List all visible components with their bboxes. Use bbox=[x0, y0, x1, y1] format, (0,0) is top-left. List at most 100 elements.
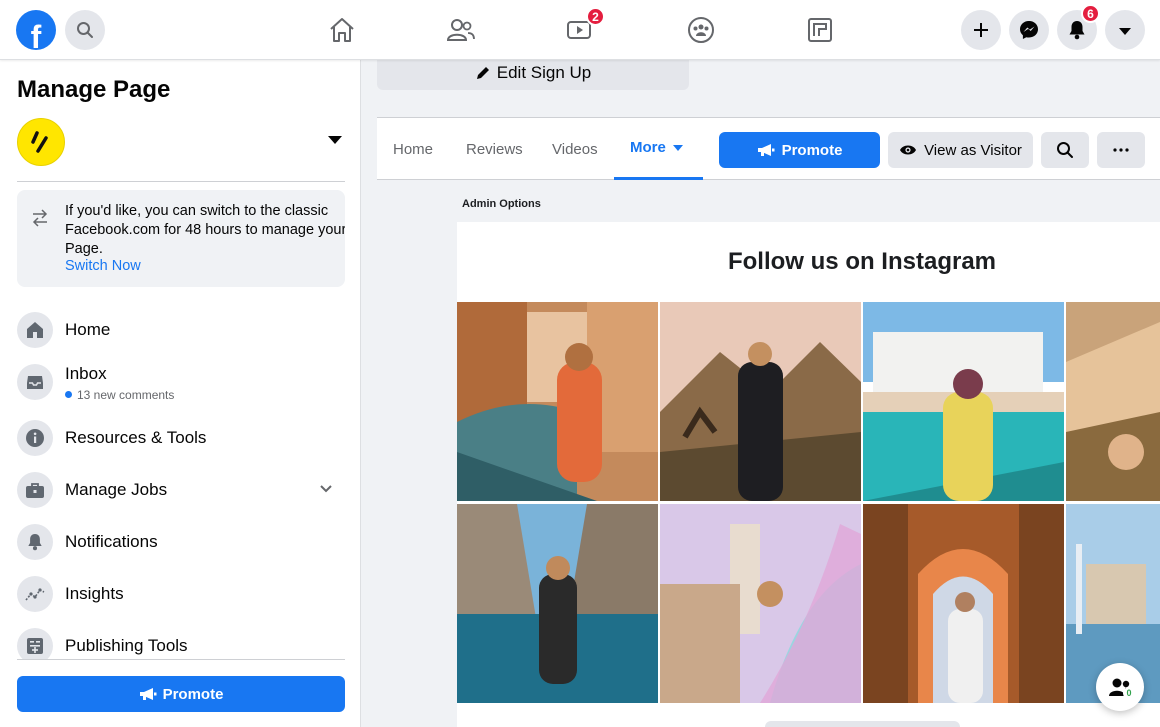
caret-down-icon bbox=[672, 144, 683, 151]
briefcase-icon bbox=[26, 483, 44, 498]
switch-classic-notice: If you'd like, you can switch to the cla… bbox=[17, 190, 345, 287]
page-switcher-caret-icon[interactable] bbox=[328, 136, 342, 144]
sidebar-item-inbox[interactable]: Inbox 13 new comments bbox=[17, 358, 345, 406]
page-avatar[interactable] bbox=[17, 118, 65, 166]
instagram-photo-grid bbox=[457, 302, 1160, 703]
publishing-icon bbox=[27, 638, 43, 654]
switch-notice-text: If you'd like, you can switch to the cla… bbox=[65, 202, 345, 259]
sidebar-item-home[interactable]: Home bbox=[17, 306, 345, 354]
promote-button[interactable]: Promote bbox=[719, 132, 880, 168]
home-icon bbox=[330, 18, 354, 42]
search-icon bbox=[77, 22, 93, 38]
sidebar-item-label: Inbox bbox=[65, 364, 107, 383]
instagram-photo[interactable] bbox=[1066, 302, 1160, 501]
view-as-visitor-button[interactable]: View as Visitor bbox=[888, 132, 1033, 168]
sidebar-item-label: Manage Jobs bbox=[65, 480, 168, 499]
logo-letter: f bbox=[30, 19, 42, 50]
sidebar-item-label: Home bbox=[65, 320, 111, 339]
ellipsis-icon bbox=[1113, 148, 1129, 152]
sidebar-promote-button[interactable]: Promote bbox=[17, 676, 345, 712]
top-navigation-bar: f 2 6 bbox=[0, 0, 1160, 60]
bell-icon bbox=[28, 534, 42, 551]
insights-icon-wrap bbox=[17, 576, 53, 612]
account-menu-button[interactable] bbox=[1105, 10, 1145, 50]
instagram-photo[interactable] bbox=[457, 302, 658, 501]
tab-more-label: More bbox=[630, 139, 666, 156]
pencil-icon bbox=[476, 67, 489, 79]
sidebar-item-publishing-tools[interactable]: Publishing Tools bbox=[17, 622, 345, 659]
sidebar-item-manage-jobs[interactable]: Manage Jobs bbox=[17, 466, 345, 514]
home-icon-wrap bbox=[17, 312, 53, 348]
nav-home[interactable] bbox=[286, 0, 398, 60]
home-icon bbox=[27, 322, 43, 338]
watch-badge: 2 bbox=[586, 7, 605, 26]
info-icon bbox=[26, 429, 44, 447]
tab-reviews[interactable]: Reviews bbox=[466, 118, 523, 180]
contacts-chat-button[interactable]: 0 bbox=[1096, 663, 1144, 711]
page-search-button[interactable] bbox=[1041, 132, 1089, 168]
switch-notice-line-1: If you'd like, you can switch to the cla… bbox=[65, 203, 329, 219]
megaphone-icon bbox=[757, 144, 775, 156]
promote-label: Promote bbox=[781, 141, 843, 159]
more-options-button[interactable] bbox=[1097, 132, 1145, 168]
instagram-feed-app: Admin Options Follow us on Instagram bbox=[457, 193, 1160, 727]
switch-arrows-icon bbox=[32, 209, 48, 227]
sidebar-item-insights[interactable]: Insights bbox=[17, 570, 345, 618]
instagram-photo[interactable] bbox=[660, 504, 861, 703]
publishing-icon-wrap bbox=[17, 628, 53, 659]
page-tab-bar: Home Reviews Videos More Promote View as… bbox=[377, 117, 1160, 180]
nav-gaming[interactable] bbox=[764, 0, 876, 60]
gaming-icon bbox=[808, 18, 832, 42]
sidebar-item-label: Insights bbox=[65, 584, 124, 603]
messenger-icon bbox=[1020, 21, 1038, 39]
chevron-down-icon[interactable] bbox=[319, 484, 333, 494]
bell-icon bbox=[1069, 21, 1085, 40]
sidebar-item-label: Publishing Tools bbox=[65, 636, 188, 655]
info-icon-wrap bbox=[17, 420, 53, 456]
switch-now-link[interactable]: Switch Now bbox=[65, 258, 141, 274]
scroll-indicator bbox=[765, 721, 960, 727]
insights-icon bbox=[25, 588, 45, 601]
admin-options-bar[interactable]: Admin Options bbox=[457, 193, 1160, 222]
sidebar-divider bbox=[17, 181, 345, 182]
edit-sign-up-button[interactable]: Edit Sign Up bbox=[377, 56, 689, 90]
admin-options-label: Admin Options bbox=[462, 198, 541, 210]
view-as-visitor-label: View as Visitor bbox=[924, 141, 1022, 159]
sidebar-item-label: Resources & Tools bbox=[65, 428, 207, 447]
facebook-logo[interactable]: f bbox=[16, 10, 56, 50]
sidebar-item-resources[interactable]: Resources & Tools bbox=[17, 414, 345, 462]
groups-icon bbox=[688, 17, 714, 43]
switch-notice-line-2: Facebook.com for 48 hours to manage your bbox=[65, 222, 345, 238]
search-button[interactable] bbox=[65, 10, 105, 50]
friends-icon bbox=[447, 19, 475, 41]
instagram-photo[interactable] bbox=[863, 302, 1064, 501]
nav-friends[interactable] bbox=[405, 0, 517, 60]
instagram-photo[interactable] bbox=[457, 504, 658, 703]
instagram-photo[interactable] bbox=[660, 302, 861, 501]
briefcase-icon-wrap bbox=[17, 472, 53, 508]
tab-more[interactable]: More bbox=[614, 118, 703, 180]
inbox-sub-label: 13 new comments bbox=[65, 388, 174, 402]
eye-icon bbox=[900, 145, 917, 155]
instagram-section-title: Follow us on Instagram bbox=[727, 248, 997, 275]
messenger-button[interactable] bbox=[1009, 10, 1049, 50]
sidebar-title: Manage Page bbox=[17, 76, 171, 103]
instagram-photo[interactable] bbox=[863, 504, 1064, 703]
notifications-badge: 6 bbox=[1081, 4, 1100, 23]
sidebar-item-notifications[interactable]: Notifications bbox=[17, 518, 345, 566]
online-count-badge: 0 bbox=[1123, 687, 1135, 699]
notifications-button[interactable]: 6 bbox=[1057, 4, 1100, 50]
inbox-icon-wrap bbox=[17, 364, 53, 400]
sidebar-divider bbox=[17, 659, 345, 660]
inbox-count-text: 13 new comments bbox=[77, 388, 175, 402]
create-button[interactable] bbox=[961, 10, 1001, 50]
page-logo-icon bbox=[31, 131, 48, 153]
tab-home[interactable]: Home bbox=[393, 118, 433, 180]
manage-page-sidebar: Manage Page If you'd like, you can switc… bbox=[0, 60, 361, 727]
nav-watch[interactable]: 2 bbox=[524, 0, 636, 60]
search-icon bbox=[1057, 142, 1073, 158]
tab-videos[interactable]: Videos bbox=[552, 118, 598, 180]
sidebar-promote-label: Promote bbox=[162, 685, 224, 703]
nav-groups[interactable] bbox=[645, 0, 757, 60]
bell-icon-wrap bbox=[17, 524, 53, 560]
